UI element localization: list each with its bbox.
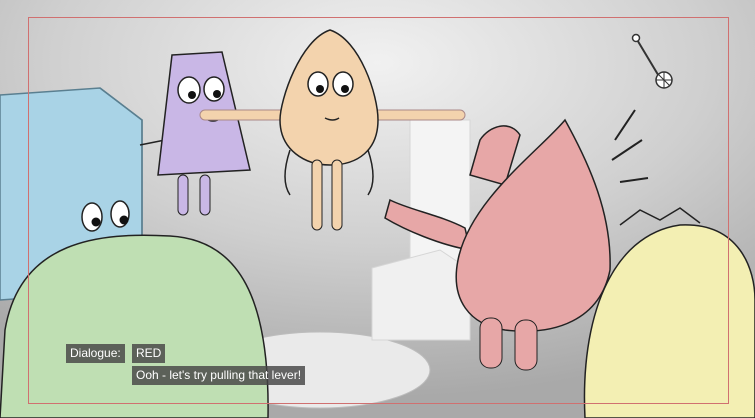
dialogue-line: Ooh - let's try pulling that lever! [132,366,306,385]
dialogue-speaker: RED [132,344,166,363]
dialogue-label: Dialogue: [66,344,125,363]
blue-eye-left [81,202,103,232]
